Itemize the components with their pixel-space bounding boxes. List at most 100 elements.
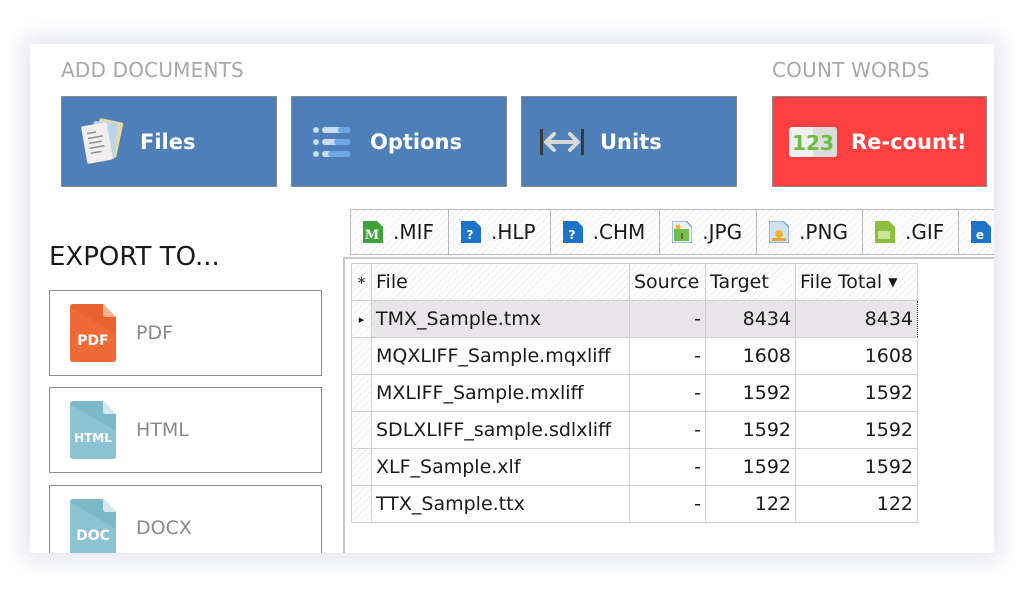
- row-header[interactable]: [351, 411, 372, 449]
- tab-mif-label: .MIF: [393, 220, 435, 244]
- tab-gif-label: .GIF: [904, 220, 945, 244]
- cell-file[interactable]: MXLIFF_Sample.mxliff: [371, 374, 630, 412]
- tab-hlp[interactable]: ? .HLP: [448, 209, 550, 255]
- table-row[interactable]: SDLXLIFF_sample.sdlxliff -1592 1592: [351, 411, 918, 449]
- table-row[interactable]: MXLIFF_Sample.mxliff -1592 1592: [351, 374, 918, 412]
- tab-mif[interactable]: M .MIF: [350, 209, 449, 255]
- svg-text:PDF: PDF: [77, 333, 108, 349]
- row-header[interactable]: [351, 337, 372, 375]
- cell-source[interactable]: -: [629, 300, 706, 338]
- tab-png-label: .PNG: [799, 220, 848, 244]
- app-window: ADD DOCUMENTS COUNT WORDS Files Options …: [30, 44, 994, 553]
- cell-source[interactable]: -: [629, 374, 706, 412]
- cell-source[interactable]: -: [629, 411, 706, 449]
- tab-gif[interactable]: .GIF: [861, 209, 959, 255]
- files-button[interactable]: Files: [61, 96, 277, 187]
- svg-text:DOC: DOC: [76, 528, 110, 544]
- row-header[interactable]: [351, 485, 372, 523]
- cell-file[interactable]: TMX_Sample.tmx: [371, 300, 630, 338]
- table-header-row: * File Source Target File Total ▼: [351, 263, 918, 301]
- cell-target[interactable]: 1592: [705, 448, 796, 486]
- table-row[interactable]: TTX_Sample.ttx -122 122: [351, 485, 918, 523]
- options-label: Options: [370, 129, 462, 154]
- export-html-label: HTML: [136, 419, 189, 441]
- cell-source[interactable]: -: [629, 337, 706, 375]
- table-row[interactable]: ▸ TMX_Sample.tmx -8434 8434: [351, 300, 918, 338]
- row-header[interactable]: [351, 448, 372, 486]
- units-label: Units: [600, 129, 662, 154]
- cell-target[interactable]: 122: [705, 485, 796, 523]
- units-button[interactable]: Units: [521, 96, 737, 187]
- tab-html[interactable]: e: [958, 209, 994, 255]
- row-header-corner[interactable]: *: [351, 263, 372, 301]
- row-header[interactable]: ▸: [351, 300, 372, 338]
- cell-source[interactable]: -: [629, 448, 706, 486]
- options-list-icon: [304, 114, 360, 170]
- cell-target[interactable]: 1592: [705, 374, 796, 412]
- cell-file[interactable]: TTX_Sample.ttx: [371, 485, 630, 523]
- gif-image-icon: [874, 221, 895, 243]
- table-row[interactable]: MQXLIFF_Sample.mqxliff -1608 1608: [351, 337, 918, 375]
- export-pdf-button[interactable]: PDF PDF: [49, 290, 322, 376]
- word-count-table: * File Source Target File Total ▼ ▸ TMX_Sa…: [351, 263, 918, 523]
- mif-file-icon: M: [363, 221, 383, 243]
- svg-text:HTML: HTML: [74, 431, 112, 445]
- export-to-heading: EXPORT TO...: [49, 242, 220, 272]
- row-header[interactable]: [351, 374, 372, 412]
- column-header-source[interactable]: Source: [629, 263, 706, 301]
- chm-file-icon: ?: [562, 221, 583, 243]
- pdf-file-icon: PDF: [70, 304, 116, 362]
- cell-file-total[interactable]: 122: [795, 485, 918, 523]
- cell-file[interactable]: MQXLIFF_Sample.mqxliff: [371, 337, 630, 375]
- cell-target[interactable]: 1592: [705, 411, 796, 449]
- svg-text:?: ?: [467, 228, 474, 242]
- jpg-image-icon: [672, 221, 693, 243]
- recount-button[interactable]: 123 Re-count!: [772, 96, 987, 187]
- count-words-label: COUNT WORDS: [772, 58, 930, 82]
- svg-text:?: ?: [568, 228, 575, 242]
- units-arrows-icon: [534, 114, 590, 170]
- table-row[interactable]: XLF_Sample.xlf -1592 1592: [351, 448, 918, 486]
- export-pdf-label: PDF: [136, 322, 174, 344]
- cell-file[interactable]: SDLXLIFF_sample.sdlxliff: [371, 411, 630, 449]
- options-button[interactable]: Options: [291, 96, 507, 187]
- cell-file-total[interactable]: 1592: [795, 448, 918, 486]
- cell-target[interactable]: 1608: [705, 337, 796, 375]
- cell-file-total[interactable]: 1592: [795, 411, 918, 449]
- tab-chm[interactable]: ? .CHM: [549, 209, 660, 255]
- cell-target[interactable]: 8434: [705, 300, 796, 338]
- cell-file[interactable]: XLF_Sample.xlf: [371, 448, 630, 486]
- svg-text:M: M: [365, 228, 379, 243]
- svg-text:123: 123: [792, 131, 834, 155]
- format-tabs: M .MIF ? .HLP ? .CHM .JPG .PNG .GIF e: [350, 209, 994, 255]
- cell-file-total[interactable]: 1592: [795, 374, 918, 412]
- column-header-target[interactable]: Target: [705, 263, 796, 301]
- cell-file-total[interactable]: 1608: [795, 337, 918, 375]
- svg-text:e: e: [976, 228, 984, 242]
- png-image-icon: [769, 221, 790, 243]
- html-file-icon: e: [971, 221, 992, 243]
- add-documents-label: ADD DOCUMENTS: [61, 58, 244, 82]
- doc-file-icon: DOC: [70, 499, 116, 553]
- recount-label: Re-count!: [851, 129, 967, 154]
- export-docx-label: DOCX: [136, 517, 192, 539]
- tab-chm-label: .CHM: [592, 220, 646, 244]
- help-file-icon: ?: [461, 221, 482, 243]
- tab-png[interactable]: .PNG: [756, 209, 862, 255]
- tab-hlp-label: .HLP: [491, 220, 536, 244]
- word-count-grid-panel: * File Source Target File Total ▼ ▸ TMX_Sa…: [343, 257, 994, 553]
- tab-jpg[interactable]: .JPG: [659, 209, 757, 255]
- tab-jpg-label: .JPG: [702, 220, 743, 244]
- cell-source[interactable]: -: [629, 485, 706, 523]
- cell-file-total[interactable]: 8434: [795, 300, 918, 338]
- column-header-file[interactable]: File: [371, 263, 630, 301]
- files-label: Files: [140, 129, 196, 154]
- column-header-file-total-label: File Total: [800, 271, 883, 293]
- export-html-button[interactable]: HTML HTML: [49, 387, 322, 473]
- column-header-file-total[interactable]: File Total ▼: [795, 263, 918, 301]
- export-docx-button[interactable]: DOC DOCX: [49, 485, 322, 553]
- counter-123-icon: 123: [785, 114, 841, 170]
- html-file-icon: HTML: [70, 401, 116, 459]
- files-icon: [74, 114, 130, 170]
- sort-descending-icon: ▼: [888, 275, 898, 289]
